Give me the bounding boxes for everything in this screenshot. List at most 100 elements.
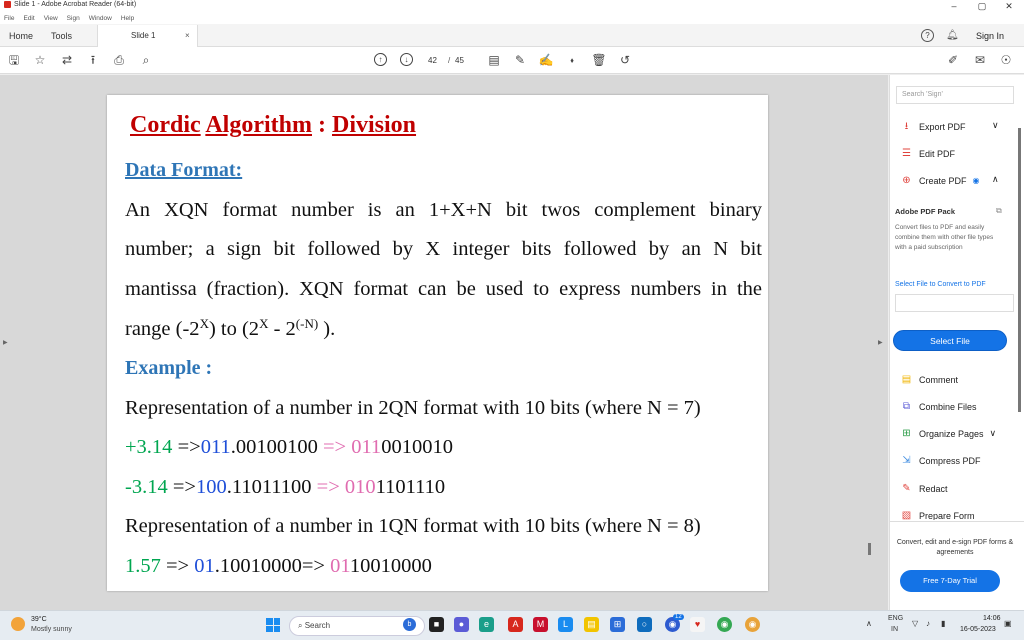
print-icon[interactable]: ⎙ [111,52,127,68]
range-line: range (-2X) to (2X - 2(-N) ). [125,316,335,341]
previous-page-icon[interactable]: ↑ [374,53,387,66]
document-scrollbar[interactable] [868,543,871,555]
title-word-algorithm: Algorithm [205,112,312,138]
volume-icon[interactable]: ♪ [926,619,930,628]
redact-icon: ✎ [902,483,911,494]
star-icon[interactable]: ☆ [32,52,48,68]
select-file-button[interactable]: Select File [893,330,1007,351]
compress-pdf-label: Compress PDF [919,455,981,466]
edit-pdf-tool[interactable]: ☰ Edit PDF [900,147,955,160]
panel-scrollbar[interactable] [1018,128,1021,412]
slide-title: Cordic Algorithm : Division [130,112,416,139]
find-user-icon[interactable]: ☉ [998,52,1014,68]
chrome-icon[interactable]: ◉ [717,617,732,632]
maximize-button[interactable]: ▢ [967,0,997,12]
upload-icon[interactable]: ⭱ [85,52,101,68]
mcafee-icon[interactable]: M [533,617,548,632]
menu-help[interactable]: Help [121,15,134,22]
weather-description[interactable]: Mostly sunny [31,626,72,633]
next-page-icon[interactable]: ↓ [400,53,413,66]
compress-pdf-tool[interactable]: ⇲ Compress PDF [900,454,981,467]
teams-chat-icon[interactable]: ● [454,617,469,632]
weather-sun-icon[interactable] [11,617,25,631]
tab-close-icon[interactable]: × [185,31,190,40]
acrobat-taskbar-icon[interactable]: A [508,617,523,632]
redact-tool[interactable]: ✎ Redact [900,482,948,495]
window-title-text: Slide 1 - Adobe Acrobat Reader (64-bit) [14,1,137,8]
highlight-pen-icon[interactable]: ✎ [512,52,528,68]
combine-files-icon: ⧉ [902,401,911,412]
comment-tool[interactable]: ▤ Comment [900,373,958,386]
page-number-input[interactable]: 42 [428,56,437,65]
menu-window[interactable]: Window [89,15,112,22]
undo-icon[interactable]: ↺ [617,52,633,68]
ex2-sign-bits: 100 [195,476,227,498]
close-window-button[interactable]: ✕ [994,0,1024,12]
language-code[interactable]: ENG [888,615,903,622]
sign-icon[interactable]: ✍ [538,52,554,68]
battery-icon[interactable]: ▮ [941,619,945,628]
combine-files-tool[interactable]: ⧉ Combine Files [900,400,977,413]
save-icon[interactable]: 🖫︎ [6,52,22,68]
comment-tool-icon: ▤ [901,374,912,385]
task-view-icon[interactable]: ■ [429,617,444,632]
delete-icon[interactable]: 🗑︎ [591,52,607,68]
edge-browser-icon[interactable]: e [479,617,494,632]
weather-temperature[interactable]: 39°C [31,616,47,623]
share-icon[interactable]: ⇄ [59,52,75,68]
file-drop-box[interactable] [895,294,1014,312]
menu-edit[interactable]: Edit [23,15,34,22]
ex1-sign-bits: 011 [200,436,231,458]
email-icon[interactable]: ✉ [972,52,988,68]
minimize-button[interactable]: – [939,0,969,12]
app-blue-icon[interactable]: ○ [637,617,652,632]
wifi-icon[interactable]: ▽ [912,619,918,628]
organize-pages-label: Organize Pages [919,428,984,439]
free-trial-button[interactable]: Free 7-Day Trial [900,570,1000,592]
right-panel-toggle-icon[interactable]: ▶ [878,339,883,346]
notification-bell-icon[interactable]: 🔔︎ [946,30,959,41]
range-sup-2: X [259,316,269,331]
file-explorer-icon[interactable]: ▤ [584,617,599,632]
tab-tools[interactable]: Tools [51,31,72,41]
select-file-link[interactable]: Select File to Convert to PDF [895,281,986,288]
menu-file[interactable]: File [4,15,14,22]
export-pdf-chevron-down-icon[interactable]: ∨ [992,120,999,131]
chrome-profile-icon[interactable]: ◉ [745,617,760,632]
menu-sign[interactable]: Sign [67,15,80,22]
create-pdf-chevron-up-icon[interactable]: ∧ [992,174,999,185]
left-panel-toggle-icon[interactable]: ▶ [3,339,8,346]
organize-pages-tool[interactable]: ⊞ Organize Pages ∨ [900,427,996,440]
language-region[interactable]: IN [891,626,898,633]
tray-overflow-chevron-icon[interactable]: ∧ [866,619,872,628]
comment-label: Comment [919,374,959,385]
tools-search-input[interactable]: Search 'Sign' [896,86,1014,104]
tab-home[interactable]: Home [9,31,33,41]
fill-sign-icon[interactable]: ⬪ [564,52,580,68]
menu-view[interactable]: View [44,15,58,22]
app-l-icon[interactable]: L [558,617,573,632]
bing-chat-icon[interactable]: b [403,618,416,631]
ex3-binary-rest: 10010000 [349,555,432,577]
title-colon: : [312,112,332,138]
comment-icon[interactable]: ▤ [486,52,502,68]
clock-time[interactable]: 14:06 [983,615,1001,622]
clock-date[interactable]: 16-05-2023 [960,626,996,633]
store-icon[interactable]: ⊞ [610,617,625,632]
ex2-binary-sign: 010 [344,476,376,498]
sign-in-link[interactable]: Sign In [976,31,1004,41]
organize-chevron-down-icon: ∨ [989,428,997,438]
create-pdf-tool[interactable]: ⊕ Create PDF ◉ [900,174,979,187]
redact-label: Redact [919,483,948,494]
fill-and-sign-icon[interactable]: ✐ [945,52,961,68]
example-line-2: -3.14 =>100.11011100 => 0101101110 [125,476,445,499]
notification-center-icon[interactable]: ▣ [1004,619,1012,628]
zoom-search-icon[interactable]: ⌕ [138,52,154,68]
export-pdf-tool[interactable]: ⭳ Export PDF [900,120,966,133]
ex2-arrow-2: => [311,476,345,498]
prepare-form-tool[interactable]: ▧ Prepare Form [900,509,975,520]
window-title: Slide 1 - Adobe Acrobat Reader (64-bit) [4,1,136,8]
heart-app-icon[interactable]: ♥ [690,617,705,632]
help-icon[interactable]: ? [921,29,934,42]
windows-start-icon[interactable] [266,618,280,632]
